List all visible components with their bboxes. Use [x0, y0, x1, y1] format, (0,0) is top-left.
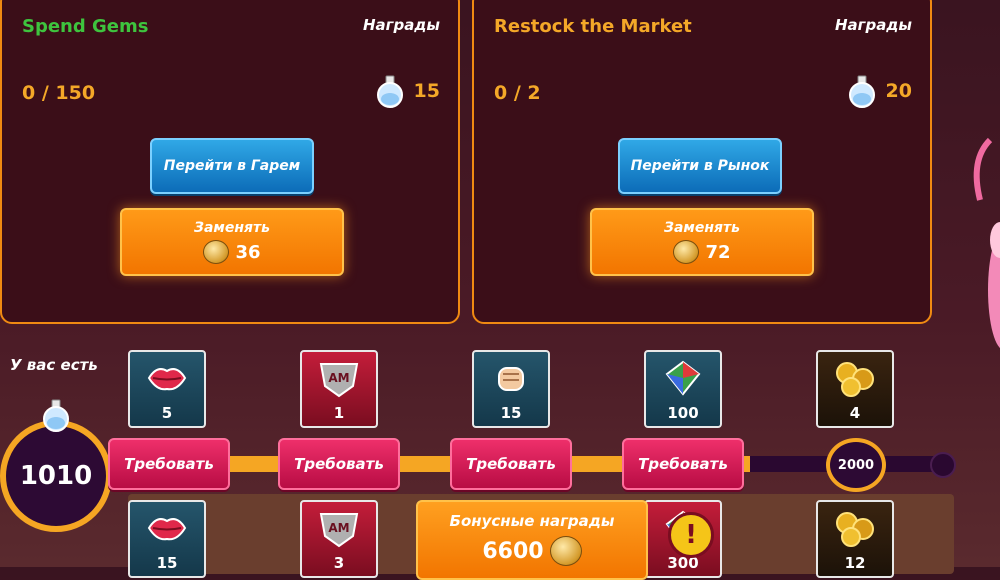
replace-task-button[interactable]: Заменять 36: [120, 208, 344, 276]
alert-icon: !: [668, 512, 714, 558]
claim-button[interactable]: Требовать: [108, 438, 230, 490]
bonus-cost-value: 6600: [482, 538, 544, 564]
replace-label: Заменять: [194, 220, 270, 236]
replace-task-button[interactable]: Заменять 72: [590, 208, 814, 276]
gold-coins-icon: [836, 362, 874, 397]
reward-amount: 12: [844, 554, 866, 572]
points-value: 1010: [19, 461, 93, 491]
reward-tile[interactable]: 5: [128, 350, 206, 428]
rewards-label: Награды: [834, 16, 912, 34]
reward-amount: 3: [333, 554, 345, 572]
rewards-label: Награды: [362, 16, 440, 34]
reward-amount: 15: [413, 80, 440, 102]
milestone-node: 2000: [826, 438, 886, 492]
task-progress: 0 / 150: [22, 82, 96, 104]
reward-tile[interactable]: AM 1: [300, 350, 378, 428]
reward-amount: 1: [333, 404, 345, 422]
reward-amount: 4: [849, 404, 861, 422]
potion-icon: [376, 75, 403, 108]
reward-amount: 100: [667, 404, 699, 422]
task-card-restock-market: Restock the Market Награды 0 / 2 20 Пере…: [472, 0, 932, 324]
milestone-value: 2000: [837, 457, 875, 473]
task-title: Spend Gems: [22, 16, 149, 37]
go-to-harem-button[interactable]: Перейти в Гарем: [150, 138, 314, 194]
replace-cost-value: 72: [705, 241, 731, 263]
task-reward: 15: [376, 74, 440, 108]
potion-icon: [848, 75, 875, 108]
lips-icon: [147, 368, 187, 391]
points-counter: 1010: [0, 420, 112, 532]
lips-icon: [147, 518, 187, 541]
am-badge-icon: AM: [319, 513, 359, 548]
task-reward: 20: [848, 74, 912, 108]
bonus-reward-tile[interactable]: 15: [128, 500, 206, 578]
bonus-reward-tile[interactable]: AM 3: [300, 500, 378, 578]
claim-button[interactable]: Требовать: [450, 438, 572, 490]
svg-text:AM: AM: [328, 521, 349, 535]
fist-icon: [498, 367, 524, 391]
bonus-label: Бонусные награды: [449, 512, 615, 530]
bonus-cost: 6600: [482, 536, 582, 566]
bonus-rewards-button[interactable]: Бонусные награды 6600: [416, 500, 648, 580]
reward-amount: 15: [156, 554, 178, 572]
svg-text:AM: AM: [328, 371, 349, 385]
go-to-market-button[interactable]: Перейти в Рынок: [618, 138, 782, 194]
am-badge-icon: AM: [319, 363, 359, 398]
track-end-node: [930, 452, 956, 478]
reward-tile[interactable]: 15: [472, 350, 550, 428]
reward-amount: 15: [500, 404, 522, 422]
reward-amount: 5: [161, 404, 173, 422]
bonus-reward-tile[interactable]: 12: [816, 500, 894, 578]
coin-icon: [673, 240, 700, 264]
coin-icon: [549, 536, 582, 566]
replace-cost-value: 36: [235, 241, 261, 263]
claim-button[interactable]: Требовать: [278, 438, 400, 490]
reward-tile[interactable]: 100: [644, 350, 722, 428]
task-card-spend-gems: Spend Gems Награды 0 / 150 15 Перейти в …: [0, 0, 460, 324]
reward-amount: 20: [885, 80, 912, 102]
reward-tile[interactable]: 4: [816, 350, 894, 428]
gold-coins-icon: [836, 512, 874, 547]
replace-cost: 36: [203, 240, 261, 264]
gem-icon: [665, 360, 701, 396]
you-have-label: У вас есть: [10, 356, 98, 374]
task-title: Restock the Market: [494, 16, 692, 37]
replace-cost: 72: [673, 240, 731, 264]
task-progress: 0 / 2: [494, 82, 541, 104]
claim-button[interactable]: Требовать: [622, 438, 744, 490]
character-art-icon: [973, 137, 1000, 349]
replace-label: Заменять: [664, 220, 740, 236]
coin-icon: [203, 240, 230, 264]
potion-icon: [43, 399, 69, 432]
